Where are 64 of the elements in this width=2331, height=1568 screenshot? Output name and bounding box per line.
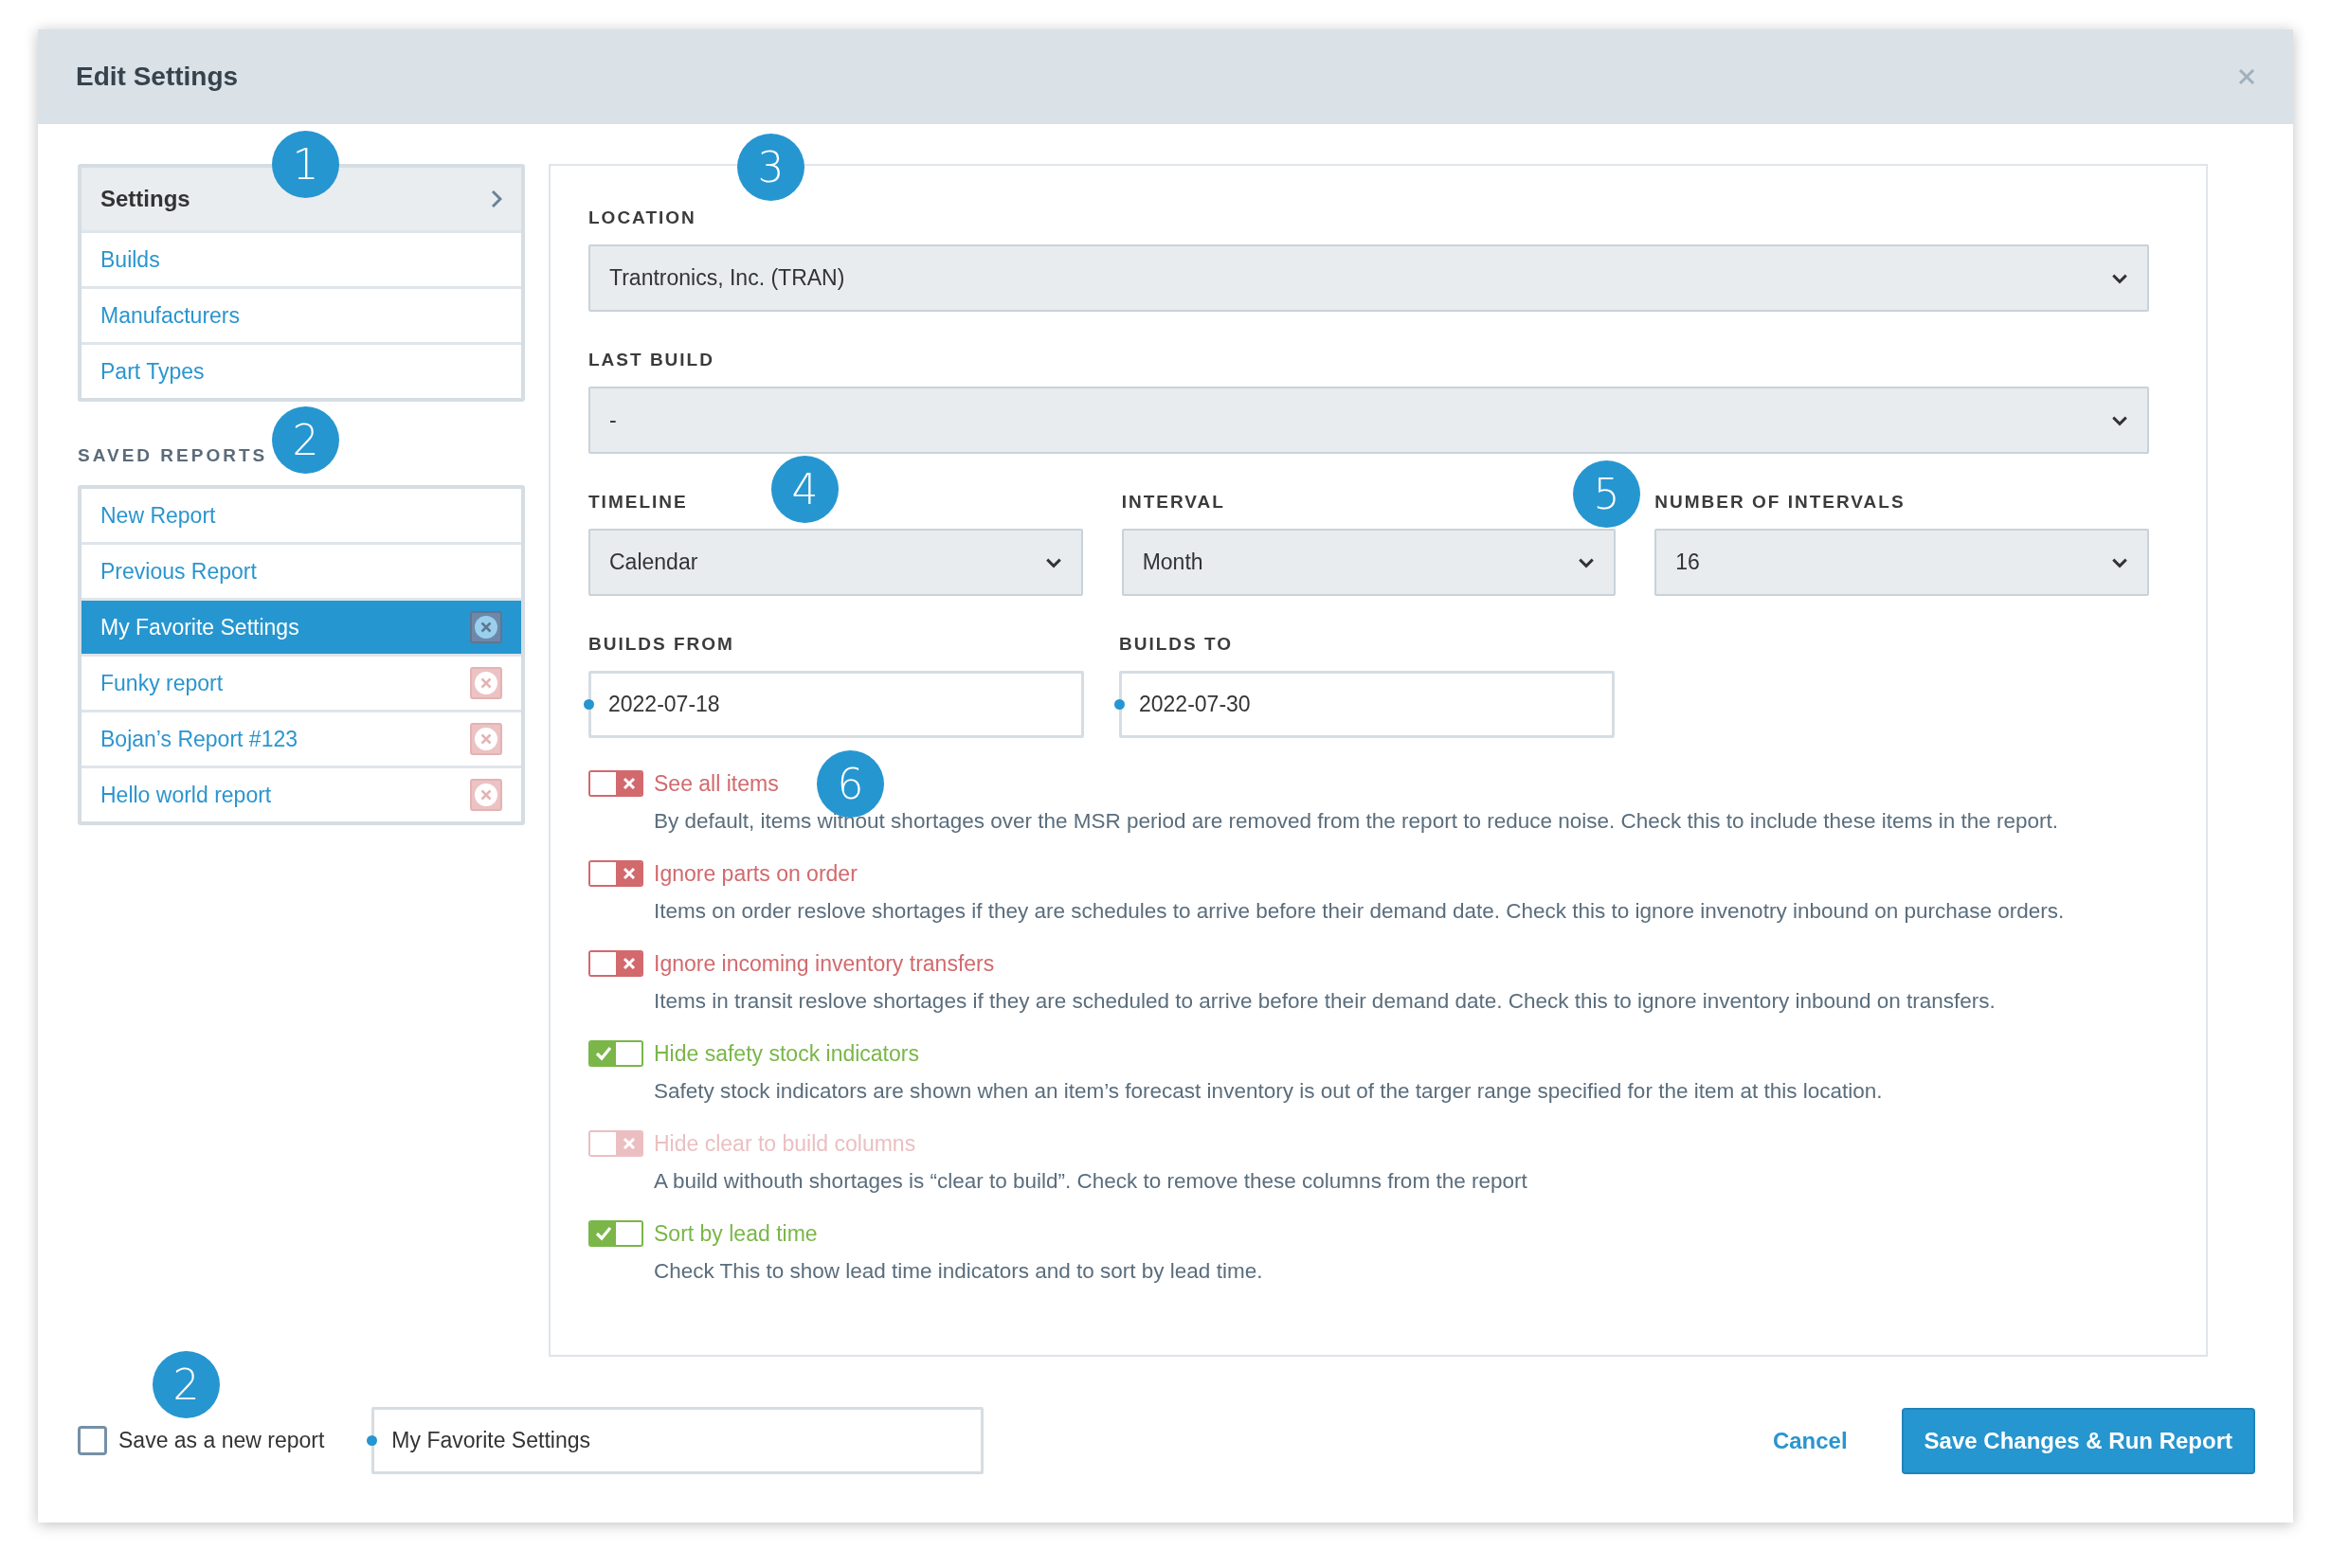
settings-menu-item[interactable]: Manufacturers: [81, 286, 521, 342]
field-label: LAST BUILD: [588, 350, 714, 370]
field-label: BUILDS FROM: [588, 634, 734, 655]
saved-report-item[interactable]: Bojan’s Report #123: [81, 710, 521, 766]
toggle-switch[interactable]: [588, 1220, 643, 1247]
saved-report-item[interactable]: Hello world report: [81, 766, 521, 821]
chevron-down-icon: [1044, 556, 1062, 568]
checkbox[interactable]: [78, 1426, 107, 1455]
last-build-dropdown[interactable]: -: [588, 387, 2149, 454]
delete-button[interactable]: [470, 779, 502, 811]
option-description: Check This to show lead time indicators and to sort by lead time.: [654, 1259, 1264, 1284]
chevron-down-icon: [2111, 556, 2128, 568]
dropdown[interactable]: Calendar: [588, 529, 1083, 596]
section-title: SAVED REPORTS: [78, 445, 269, 466]
toggle-switch[interactable]: [588, 950, 643, 977]
saved-report-item[interactable]: Funky report: [81, 654, 521, 710]
saved-report-item[interactable]: My Favorite Settings: [81, 598, 521, 654]
x-icon: [621, 1136, 637, 1151]
required-dot: [1114, 699, 1125, 710]
field-label: BUILDS TO: [1119, 634, 1234, 655]
option-label[interactable]: Ignore incoming inventory transfers: [654, 950, 995, 977]
date-field[interactable]: 2022-07-30: [1119, 671, 1615, 738]
saved-report-item[interactable]: New Report: [81, 489, 521, 542]
option-description: A build withouth shortages is “clear to build”. Check to remove these columns from the report: [654, 1169, 1528, 1194]
dropdown[interactable]: 16: [1654, 529, 2149, 596]
field-label: NUMBER OF INTERVALS: [1654, 492, 1906, 513]
cancel-button[interactable]: Cancel: [1772, 1427, 1848, 1454]
option-description: Items on order reslove shortages if they are schedules to arrive before their demand date. Check this to ignore invenotry inbound on purchase orders.: [654, 899, 2066, 924]
option-label[interactable]: Hide safety stock indicators: [654, 1040, 919, 1067]
date-field[interactable]: 2022-07-18: [588, 671, 1084, 738]
chevron-down-icon: [1578, 556, 1596, 568]
delete-button[interactable]: [470, 723, 502, 755]
save-run-button[interactable]: Save Changes & Run Report: [1901, 1407, 2255, 1474]
report-name-field[interactable]: My Favorite Settings: [371, 1407, 985, 1474]
field-label: TIMELINE: [588, 492, 688, 513]
settings-menu-item[interactable]: Builds: [81, 230, 521, 286]
chevron-down-icon: [2111, 272, 2128, 284]
checkbox-label[interactable]: Save as a new report: [118, 1428, 325, 1453]
x-icon: [621, 776, 637, 791]
close-icon[interactable]: [2238, 68, 2255, 85]
option-label[interactable]: Ignore parts on order: [654, 860, 858, 887]
toggle-switch[interactable]: [588, 860, 643, 887]
option-label[interactable]: Sort by lead time: [654, 1220, 818, 1247]
check-icon: [594, 1046, 612, 1061]
x-icon: [621, 956, 637, 971]
field-label: INTERVAL: [1121, 492, 1225, 513]
dropdown[interactable]: Month: [1121, 529, 1617, 596]
option-label[interactable]: See all items: [654, 770, 779, 797]
chevron-right-icon: [491, 189, 502, 208]
location-dropdown[interactable]: Trantronics, Inc. (TRAN): [588, 244, 2149, 312]
chevron-down-icon: [2111, 414, 2128, 426]
option-description: Items in transit reslove shortages if they are scheduled to arrive before their demand date. Check this to ignore inventory inbound on transfers.: [654, 989, 1997, 1014]
settings-menu-item[interactable]: Part Types: [81, 342, 521, 398]
option-description: Safety stock indicators are shown when an item’s forecast inventory is out of the targer range specified for the item at this location.: [654, 1079, 1884, 1104]
delete-button[interactable]: [470, 611, 502, 643]
check-icon: [594, 1226, 612, 1241]
toggle-switch[interactable]: [588, 770, 643, 797]
required-dot: [367, 1435, 378, 1446]
dialog-title: Edit Settings: [76, 62, 239, 92]
field-label: LOCATION: [588, 207, 696, 228]
required-dot: [584, 699, 594, 710]
delete-button[interactable]: [470, 667, 502, 699]
x-icon: [621, 866, 637, 881]
toggle-switch[interactable]: [588, 1040, 643, 1067]
